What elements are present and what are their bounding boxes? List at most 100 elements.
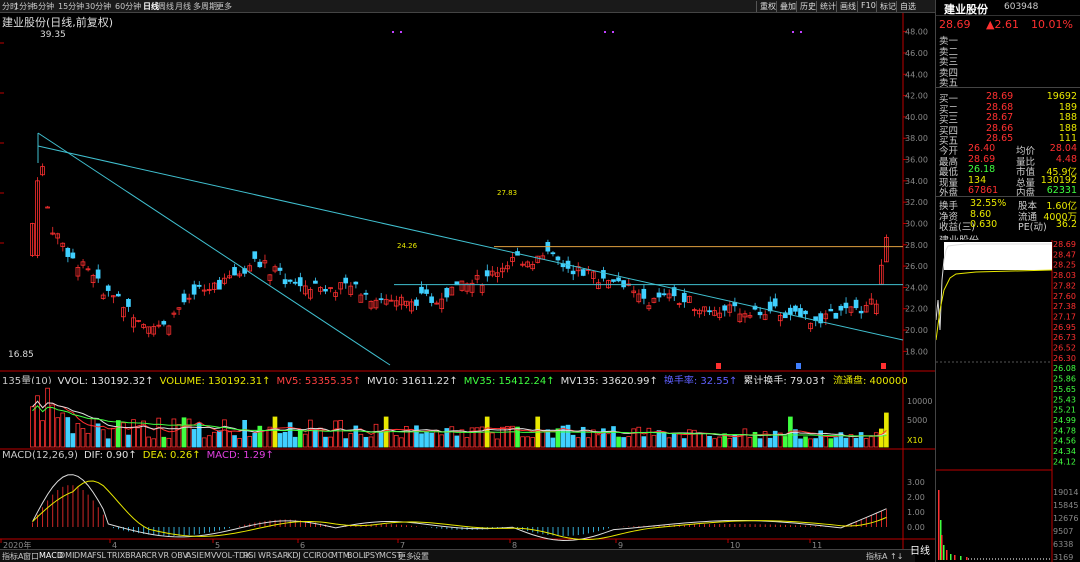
volume-bar <box>363 436 369 448</box>
intraday-vol-bar <box>1031 558 1032 560</box>
stat2-label2-2: PE(动) <box>1018 222 1047 233</box>
toolbar-item-1[interactable]: 1分钟 <box>14 1 35 12</box>
indicator-tab-12[interactable]: EMV <box>199 551 216 560</box>
indicator-tab-16[interactable]: SAR <box>272 551 288 560</box>
toolbar-item-3[interactable]: 15分钟 <box>58 1 84 12</box>
xaxis-label-8: 11 <box>812 541 822 549</box>
indicator-tab-17[interactable]: KDJ <box>287 551 301 560</box>
volume-bar <box>393 435 399 448</box>
intraday-tick-19: 24.56 <box>1053 437 1076 446</box>
volume-legend-0: 135量(10) <box>2 376 52 384</box>
indicator-tab-4[interactable]: DMA <box>74 551 93 560</box>
volume-bar <box>550 437 556 448</box>
candle <box>297 277 303 287</box>
volume-bar <box>242 419 247 448</box>
book-price-8: 28.66 <box>986 122 1014 134</box>
toolbar-item-7[interactable]: 周线 <box>158 1 174 12</box>
candle <box>65 248 71 257</box>
toolbar-item-5[interactable]: 60分钟 <box>115 1 141 12</box>
volume-bar <box>262 430 268 448</box>
volume-bar <box>464 437 470 448</box>
indicator-scroll[interactable]: 指标A ↑↓ <box>866 551 903 562</box>
candle <box>601 270 606 279</box>
toolbar-item-8[interactable]: 月线 <box>175 1 191 12</box>
indicator-tab-9[interactable]: VR <box>158 551 169 560</box>
toolbar-right-7[interactable]: 自选 <box>896 1 919 12</box>
candle <box>793 305 798 312</box>
candle <box>323 288 328 292</box>
volume-bar <box>222 419 227 448</box>
volume-tick-1: 5000 <box>907 416 927 425</box>
intraday-tick-18: 24.78 <box>1053 426 1076 435</box>
stat-value2-3: 130192 <box>1040 174 1077 186</box>
candle <box>343 277 349 284</box>
price-tick-6: 36.00 <box>905 156 928 165</box>
trendline-steep <box>37 132 391 366</box>
indicator-tab-25[interactable]: 设置 <box>413 551 429 562</box>
indicator-tab-0[interactable]: 指标A <box>2 551 23 562</box>
volume-bar <box>520 436 525 448</box>
indicator-tab-24[interactable]: 更多 <box>398 551 414 562</box>
intraday-vol-tick-1: 15845 <box>1053 501 1078 510</box>
price-tick-1: 46.00 <box>905 49 928 58</box>
candle <box>105 285 111 291</box>
intraday-vol-bar <box>950 554 952 560</box>
indicator-tab-5[interactable]: FSL <box>92 551 106 560</box>
toolbar-item-4[interactable]: 30分钟 <box>85 1 111 12</box>
candle <box>181 293 187 303</box>
indicator-tab-15[interactable]: WR <box>258 551 271 560</box>
toolbar-item-9[interactable]: 多周期 <box>193 1 217 12</box>
volume-bar <box>212 431 217 448</box>
candlestick-chart[interactable]: 48.0046.0044.0042.0040.0038.0036.0034.00… <box>0 13 935 549</box>
intraday-tab[interactable]: 日线 <box>910 542 930 557</box>
volume-bar <box>156 417 162 448</box>
intraday-vol-bar <box>968 558 969 560</box>
volume-bar <box>489 432 495 448</box>
price-tick-10: 28.00 <box>905 241 928 250</box>
intraday-chart[interactable]: 28.6928.47 28.2528.0327.82 27.6027.3827.17… <box>936 240 1080 562</box>
candle <box>252 251 258 259</box>
price-tick-14: 20.00 <box>905 326 928 335</box>
indicator-tab-8[interactable]: CR <box>146 551 157 560</box>
volume-bar <box>596 434 601 448</box>
intraday-vol-bar <box>1028 558 1029 560</box>
signal-dot <box>392 31 394 33</box>
indicator-tab-18[interactable]: CCI <box>303 551 317 560</box>
indicator-tab-7[interactable]: BRAR <box>125 551 147 560</box>
toolbar-right-4[interactable]: 画线 <box>836 1 859 12</box>
candle <box>292 281 298 284</box>
candle <box>833 312 839 319</box>
candle <box>641 288 647 299</box>
intraday-vol-bar <box>1046 558 1047 560</box>
intraday-vol-bar <box>974 558 975 560</box>
volume-bar <box>105 438 111 448</box>
trendline-long <box>37 145 904 341</box>
volume-bar <box>681 438 687 448</box>
toolbar-item-6[interactable]: 日线 <box>143 1 159 12</box>
macd-dif <box>32 474 887 541</box>
indicator-tab-14[interactable]: RSI <box>243 551 256 560</box>
intraday-vol-bar <box>941 535 943 560</box>
indicator-tab-6[interactable]: TRIX <box>107 551 125 560</box>
volume-bar <box>272 416 278 448</box>
intraday-vol-bar <box>986 558 987 560</box>
candle <box>707 310 712 313</box>
toolbar-item-2[interactable]: 5分钟 <box>33 1 54 12</box>
volume-bar <box>378 432 384 448</box>
intraday-vol-bar <box>960 556 962 560</box>
volume-bar <box>252 432 258 448</box>
volume-bar <box>767 437 773 448</box>
indicator-tab-11[interactable]: ASI <box>186 551 199 560</box>
main-high-label: 39.35 <box>40 30 66 40</box>
intraday-tick-21: 24.12 <box>1053 457 1076 466</box>
indicator-tab-3[interactable]: DMI <box>59 551 74 560</box>
volume-bar <box>454 435 460 448</box>
volume-legend: 135量(10) VVOL: 130192.32↑ VOLUME: 130192.3… <box>2 372 907 384</box>
volume-bar <box>757 438 763 448</box>
macd-tick-3: 0.00 <box>907 523 925 532</box>
indicator-tab-22[interactable]: PSY <box>365 551 380 560</box>
indicator-tab-1[interactable]: 窗口 <box>23 551 39 562</box>
intraday-tick-13: 25.86 <box>1053 375 1076 384</box>
candle <box>232 267 237 276</box>
toolbar-item-10[interactable]: 更多 <box>216 1 232 12</box>
